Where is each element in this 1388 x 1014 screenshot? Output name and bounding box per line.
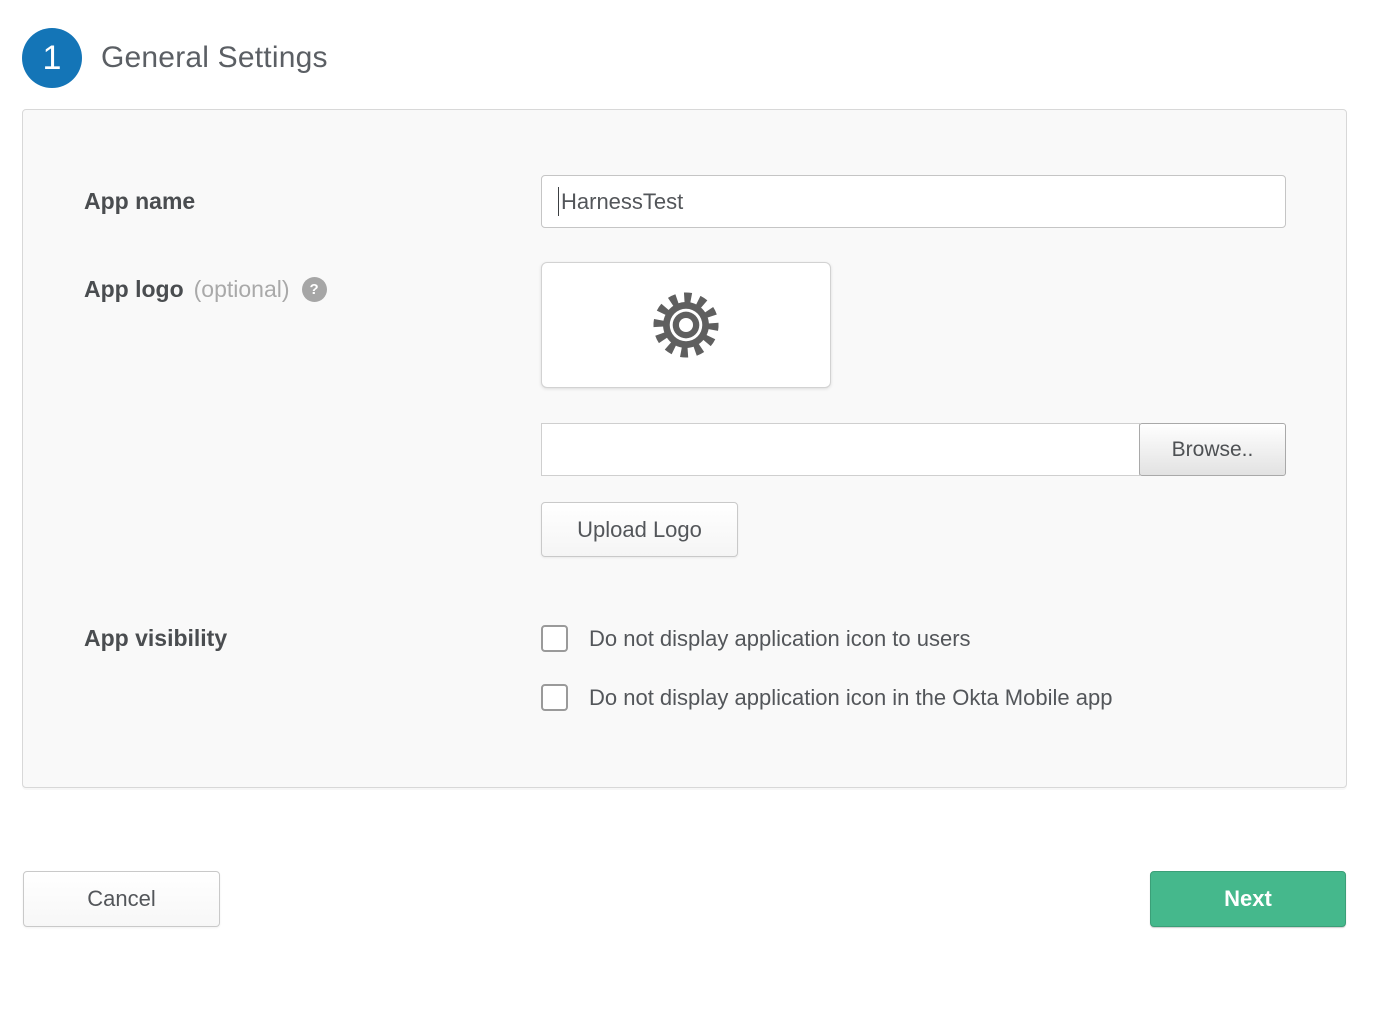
app-logo-label: App logo bbox=[84, 276, 184, 303]
app-name-input[interactable] bbox=[541, 175, 1286, 228]
app-logo-row: App logo (optional) ? bbox=[84, 262, 1286, 557]
step-number-badge: 1 bbox=[22, 28, 82, 88]
hide-icon-users-label: Do not display application icon to users bbox=[589, 626, 971, 652]
app-logo-label-group: App logo (optional) ? bbox=[84, 276, 541, 303]
cancel-button[interactable]: Cancel bbox=[23, 871, 220, 927]
browse-button[interactable]: Browse.. bbox=[1139, 423, 1286, 476]
app-name-input-wrap bbox=[541, 175, 1286, 228]
upload-logo-button[interactable]: Upload Logo bbox=[541, 502, 738, 557]
app-name-label: App name bbox=[84, 188, 541, 215]
general-settings-page: 1 General Settings App name App logo (op… bbox=[0, 28, 1388, 927]
hide-icon-mobile-label: Do not display application icon in the O… bbox=[589, 685, 1112, 711]
text-cursor bbox=[558, 187, 559, 216]
app-logo-controls: Browse.. Upload Logo bbox=[541, 262, 1286, 557]
app-visibility-row: App visibility Do not display applicatio… bbox=[84, 625, 1286, 711]
next-button[interactable]: Next bbox=[1150, 871, 1346, 927]
hide-icon-mobile-checkbox[interactable] bbox=[541, 684, 568, 711]
help-icon[interactable]: ? bbox=[302, 277, 327, 302]
logo-file-input: Browse.. bbox=[541, 423, 1286, 476]
hide-icon-users-checkbox[interactable] bbox=[541, 625, 568, 652]
general-settings-panel: App name App logo (optional) ? bbox=[22, 109, 1347, 788]
wizard-footer: Cancel Next bbox=[23, 871, 1346, 927]
visibility-option-users: Do not display application icon to users bbox=[541, 625, 1286, 652]
page-title: General Settings bbox=[101, 41, 328, 75]
file-path-field[interactable] bbox=[541, 423, 1140, 476]
question-mark-glyph: ? bbox=[309, 281, 318, 298]
step-header: 1 General Settings bbox=[22, 28, 1388, 88]
gear-icon bbox=[649, 288, 723, 362]
app-logo-optional-label: (optional) bbox=[194, 276, 290, 303]
app-visibility-label: App visibility bbox=[84, 625, 541, 652]
step-number: 1 bbox=[43, 39, 62, 78]
app-visibility-options: Do not display application icon to users… bbox=[541, 625, 1286, 711]
logo-preview-box bbox=[541, 262, 831, 388]
app-name-row: App name bbox=[84, 175, 1286, 228]
visibility-option-mobile: Do not display application icon in the O… bbox=[541, 684, 1286, 711]
